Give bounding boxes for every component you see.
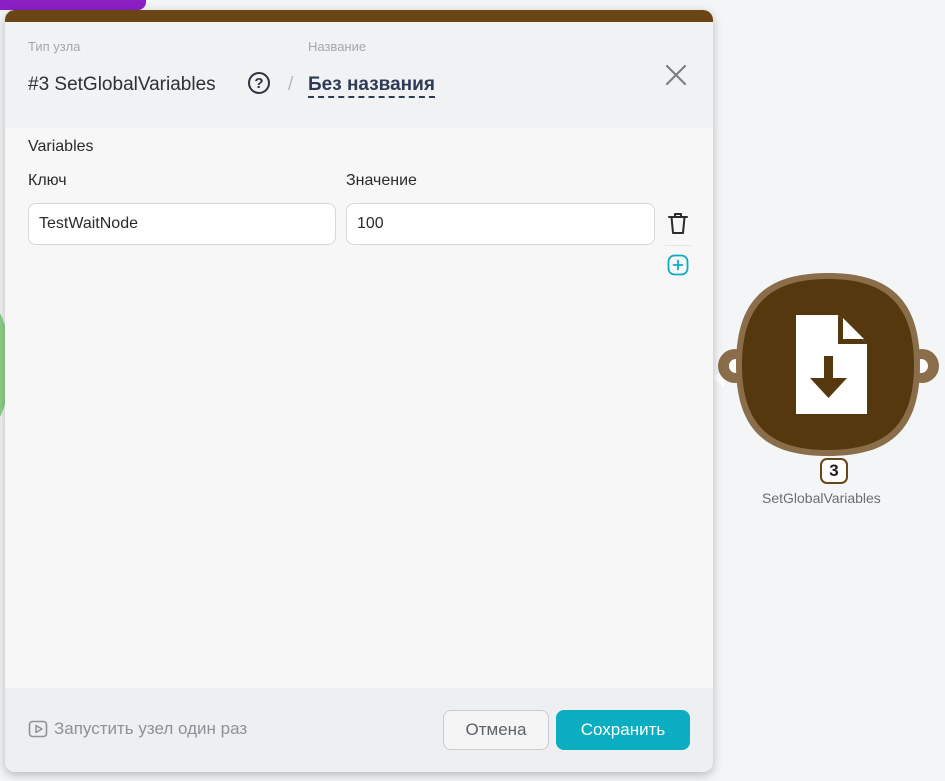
background-node-partial[interactable]	[0, 0, 146, 10]
variable-value-input[interactable]	[346, 203, 655, 245]
variables-section-title: Variables	[28, 138, 94, 155]
add-row-icon[interactable]	[667, 254, 689, 276]
node-name-editable[interactable]: Без названия	[308, 74, 435, 98]
flow-node[interactable]: 3 SetGlobalVariables	[710, 270, 945, 515]
node-number-badge: 3	[820, 458, 848, 484]
play-icon	[28, 720, 48, 738]
run-once-link[interactable]: Запустить узел один раз	[28, 719, 247, 739]
run-once-label: Запустить узел один раз	[54, 719, 248, 738]
value-column-label: Значение	[346, 172, 417, 189]
help-icon[interactable]: ?	[248, 72, 270, 94]
close-icon[interactable]	[661, 60, 691, 90]
cancel-button[interactable]: Отмена	[443, 710, 549, 750]
node-name-label: Название	[308, 39, 367, 54]
save-button[interactable]: Сохранить	[556, 710, 690, 750]
node-type-label: Тип узла	[28, 39, 81, 54]
key-column-label: Ключ	[28, 172, 67, 189]
node-label: SetGlobalVariables	[762, 490, 881, 506]
modal-footer: Запустить узел один раз Отмена Сохранить	[5, 688, 713, 772]
header-separator: /	[288, 74, 294, 95]
modal-color-bar	[5, 10, 713, 22]
node-shape[interactable]	[710, 270, 945, 460]
trash-icon[interactable]	[667, 212, 689, 236]
modal-body: Variables Ключ Значение	[5, 128, 713, 688]
modal-header: Тип узла #3 SetGlobalVariables ? / Назва…	[5, 22, 713, 128]
variable-key-input[interactable]	[28, 203, 336, 245]
node-settings-modal: Тип узла #3 SetGlobalVariables ? / Назва…	[5, 10, 713, 772]
row-divider	[665, 245, 691, 246]
node-type-value: #3 SetGlobalVariables	[28, 74, 216, 95]
